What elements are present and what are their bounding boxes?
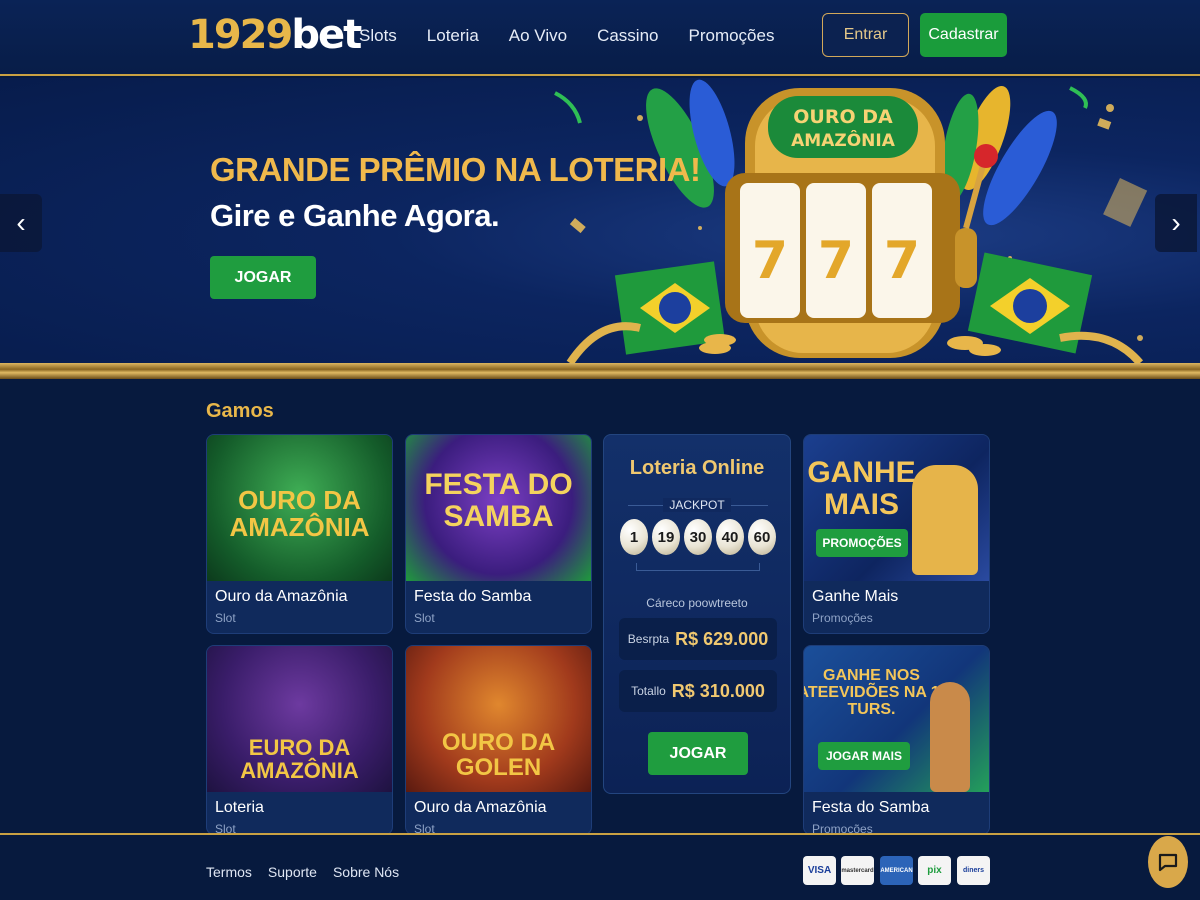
thumbnail-title: OURO DA AMAZÔNIA — [229, 485, 370, 543]
pix-icon: pix — [918, 856, 951, 885]
chat-button[interactable] — [1148, 836, 1188, 888]
lottery-ball: 30 — [684, 519, 712, 555]
footer-links: Termos Suporte Sobre Nós — [206, 864, 415, 880]
thumbnail-title: EURO DA AMAZÔNIA — [240, 735, 359, 784]
chevron-left-icon: ‹ — [16, 207, 26, 238]
game-card[interactable]: OURO DA AMAZÔNIA Ouro da Amazônia Slot — [206, 434, 393, 634]
game-thumbnail: OURO DA GOLEN — [406, 646, 591, 792]
promo-badge-button[interactable]: JOGAR MAIS — [818, 742, 910, 770]
logo-number: 1929 — [188, 12, 293, 58]
lottery-ball: 1 — [620, 519, 648, 555]
login-button[interactable]: Entrar — [822, 13, 909, 57]
thumbnail-title: FESTA DO SAMBA — [424, 468, 573, 533]
diners-icon: diners — [957, 856, 990, 885]
amex-icon: AMERICAN — [880, 856, 913, 885]
promo-thumbnail: GANHE MAIS PROMOÇÕES — [804, 435, 989, 581]
svg-text:AMAZÔNIA: AMAZÔNIA — [791, 129, 896, 151]
game-name: Ganhe Mais — [812, 588, 899, 605]
lottery-play-button[interactable]: JOGAR — [648, 732, 748, 775]
game-name: Ouro da Amazônia — [414, 799, 547, 816]
promo-card[interactable]: GANHE MAIS PROMOÇÕES Ganhe Mais Promoçõe… — [803, 434, 990, 634]
game-name: Loteria — [215, 799, 264, 816]
game-category: Promoções — [812, 611, 873, 625]
game-name: Ouro da Amazônia — [215, 588, 348, 605]
svg-text:7: 7 — [818, 231, 854, 291]
visa-icon: VISA — [803, 856, 836, 885]
hero-subtitle: Gire e Ganhe Agora. — [210, 198, 500, 233]
dancer-figure — [930, 682, 970, 792]
promo-thumbnail: GANHE NOS ATEEVIDÕES NA 1º TURS. JOGAR M… — [804, 646, 989, 792]
slot-machine-icon — [912, 465, 978, 575]
lottery-widget: Loteria Online JACKPOT 1 19 30 40 60 Cár… — [603, 434, 791, 794]
nav-cassino[interactable]: Cassino — [597, 26, 658, 46]
nav-promocoes[interactable]: Promoções — [688, 26, 774, 46]
logo-word: bet — [291, 12, 362, 58]
lottery-ball: 40 — [716, 519, 744, 555]
svg-text:7: 7 — [752, 231, 788, 291]
prize-value: R$ 629.000 — [675, 628, 769, 649]
section-title: Gamos — [206, 400, 274, 422]
footer-link-support[interactable]: Suporte — [268, 864, 317, 880]
carousel-prev-button[interactable]: ‹ — [0, 194, 42, 252]
jackpot-label: JACKPOT — [604, 498, 790, 512]
footer-link-terms[interactable]: Termos — [206, 864, 252, 880]
total-label: Totallo — [631, 684, 666, 698]
site-header: 1929bet Slots Loteria Ao Vivo Cassino Pr… — [0, 0, 1200, 76]
balls-underline — [636, 563, 760, 571]
main-nav: Slots Loteria Ao Vivo Cassino Promoções — [359, 26, 804, 46]
game-thumbnail: EURO DA AMAZÔNIA — [207, 646, 392, 792]
mastercard-icon: mastercard — [841, 856, 874, 885]
lottery-title: Loteria Online — [629, 457, 765, 479]
game-thumbnail: FESTA DO SAMBA — [406, 435, 591, 581]
footer-link-about[interactable]: Sobre Nós — [333, 864, 399, 880]
total-row: Totallo R$ 310.000 — [619, 670, 777, 712]
carousel-next-button[interactable]: › — [1155, 194, 1197, 252]
site-footer: Termos Suporte Sobre Nós VISA mastercard… — [0, 833, 1200, 900]
hero-play-button[interactable]: JOGAR — [210, 256, 316, 299]
game-category: Slot — [215, 611, 236, 625]
game-name: Festa do Samba — [812, 799, 930, 816]
hero-art: OURO DA AMAZÔNIA 7 7 7 — [554, 79, 1148, 364]
lottery-balls: 1 19 30 40 60 — [620, 519, 776, 559]
game-card[interactable]: OURO DA GOLEN Ouro da Amazônia Slot — [405, 645, 592, 835]
lottery-ball: 19 — [652, 519, 680, 555]
total-value: R$ 310.000 — [671, 680, 765, 701]
game-name: Festa do Samba — [414, 588, 532, 605]
hero-title: GRANDE PRÊMIO NA LOTERIA! — [210, 151, 701, 188]
hero-art-text: OURO DA — [793, 106, 893, 128]
game-category: Slot — [414, 611, 435, 625]
prize-label: Besrpta — [627, 632, 670, 646]
svg-text:7: 7 — [884, 231, 920, 291]
prize-row: Besrpta R$ 629.000 — [619, 618, 777, 660]
lottery-note: Cáreco poowtreeto — [646, 596, 748, 610]
signup-button[interactable]: Cadastrar — [920, 13, 1007, 57]
lottery-ball: 60 — [748, 519, 776, 555]
chat-icon — [1158, 853, 1178, 872]
game-card[interactable]: EURO DA AMAZÔNIA Loteria Slot — [206, 645, 393, 835]
chevron-right-icon: › — [1171, 207, 1181, 238]
game-thumbnail: OURO DA AMAZÔNIA — [207, 435, 392, 581]
promo-badge-button[interactable]: PROMOÇÕES — [816, 529, 908, 557]
nav-slots[interactable]: Slots — [359, 26, 397, 46]
logo[interactable]: 1929bet — [188, 12, 362, 58]
thumbnail-title: OURO DA GOLEN — [441, 729, 556, 782]
promo-card[interactable]: GANHE NOS ATEEVIDÕES NA 1º TURS. JOGAR M… — [803, 645, 990, 835]
nav-ao-vivo[interactable]: Ao Vivo — [509, 26, 567, 46]
hero-banner[interactable]: OURO DA AMAZÔNIA 7 7 7 GRANDE PRÊMIO NA … — [0, 78, 1200, 364]
game-card[interactable]: FESTA DO SAMBA Festa do Samba Slot — [405, 434, 592, 634]
hero-divider — [0, 363, 1200, 379]
nav-loteria[interactable]: Loteria — [427, 26, 479, 46]
